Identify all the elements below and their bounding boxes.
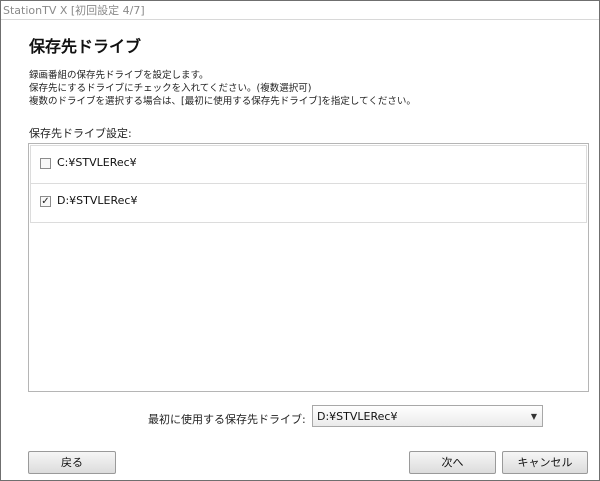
page-heading: 保存先ドライブ xyxy=(29,37,142,56)
description-line-2: 保存先にするドライブにチェックを入れてください。(複数選択可) xyxy=(29,83,312,94)
back-button[interactable]: 戻る xyxy=(28,451,116,474)
next-button[interactable]: 次へ xyxy=(409,451,496,474)
setup-window: StationTV X [初回設定 4/7] 保存先ドライブ 録画番組の保存先ド… xyxy=(0,0,600,481)
window-title: StationTV X [初回設定 4/7] xyxy=(3,4,145,17)
drive-settings-label: 保存先ドライブ設定: xyxy=(29,127,132,140)
drive-row-c[interactable]: C:¥STVLERec¥ xyxy=(30,145,587,185)
first-drive-select[interactable]: D:¥STVLERec¥ ▼ xyxy=(312,405,543,427)
title-bar: StationTV X [初回設定 4/7] xyxy=(1,1,599,20)
drive-path-d: D:¥STVLERec¥ xyxy=(57,194,138,207)
dropdown-arrow-icon: ▼ xyxy=(530,412,537,421)
drive-list: C:¥STVLERec¥ ✓ D:¥STVLERec¥ xyxy=(28,143,589,392)
first-drive-value: D:¥STVLERec¥ xyxy=(317,410,398,423)
drive-row-d[interactable]: ✓ D:¥STVLERec¥ xyxy=(30,183,587,223)
drive-path-c: C:¥STVLERec¥ xyxy=(57,156,137,169)
first-drive-label: 最初に使用する保存先ドライブ: xyxy=(148,413,306,426)
description-line-3: 複数のドライブを選択する場合は、[最初に使用する保存先ドライブ]を指定してくださ… xyxy=(29,96,416,107)
cancel-button[interactable]: キャンセル xyxy=(502,451,588,474)
description-line-1: 録画番組の保存先ドライブを設定します。 xyxy=(29,70,209,81)
drive-checkbox-c[interactable] xyxy=(40,158,51,169)
drive-checkbox-d[interactable]: ✓ xyxy=(40,196,51,207)
